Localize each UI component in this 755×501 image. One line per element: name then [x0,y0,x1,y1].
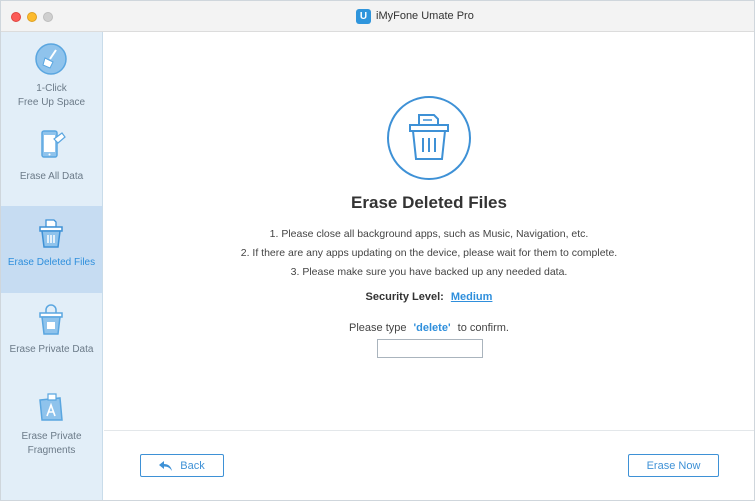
security-level-link[interactable]: Medium [451,291,493,303]
broom-icon [35,43,67,75]
trash-icon [387,96,471,180]
page-title: Erase Deleted Files [351,193,507,212]
sidebar-item-erase-private-data[interactable]: Erase Private Data [1,293,102,380]
sidebar-item-label: 1-Click [36,83,67,94]
confirm-keyword: 'delete' [413,322,451,334]
sidebar-item-erase-private-fragments[interactable]: Erase Private Fragments [1,380,102,467]
sidebar-item-label: Erase Private [21,431,82,442]
sidebar: 1-Click Free Up Space Erase All Data Era… [1,32,103,500]
lock-trash-icon [39,304,63,335]
maximize-window-button[interactable] [43,12,53,22]
sidebar-item-erase-deleted-files[interactable]: Erase Deleted Files [1,206,102,293]
sidebar-item-free-up-space[interactable]: 1-Click Free Up Space [1,32,102,119]
confirm-suffix: to confirm. [457,322,509,334]
back-button[interactable]: Back [140,454,224,477]
security-level: Security Level: Medium [104,291,754,303]
back-button-label: Back [180,459,205,472]
app-fragment-icon [39,393,63,421]
back-arrow-icon [159,460,173,471]
instruction-step: 1. Please close all background apps, suc… [269,228,589,240]
sidebar-item-label: Erase Deleted Files [7,257,96,268]
instruction-step: 2. If there are any apps updating on the… [240,247,618,259]
sidebar-item-label: Erase All Data [19,171,84,182]
erase-now-button[interactable]: Erase Now [628,454,719,477]
app-logo-icon: U [356,9,371,24]
confirm-input[interactable] [377,339,483,358]
sidebar-item-label: Erase Private Data [9,344,94,355]
sidebar-item-label: Fragments [27,445,76,456]
sidebar-item-erase-all-data[interactable]: Erase All Data [1,119,102,206]
trash-icon [39,219,63,248]
confirm-instruction: Please type 'delete' to confirm. [104,322,754,334]
main-panel: Erase Deleted Files 1. Please close all … [104,32,754,500]
app-window: U iMyFone Umate Pro 1-Click Free Up Spac… [0,0,755,501]
security-level-label: Security Level: [365,291,444,303]
sidebar-item-label: Free Up Space [17,97,86,108]
close-window-button[interactable] [11,12,21,22]
title-bar: U iMyFone Umate Pro [1,1,754,32]
phone-erase-icon [41,130,66,158]
confirm-prefix: Please type [349,322,407,334]
minimize-window-button[interactable] [27,12,37,22]
footer-divider [104,430,754,431]
window-title: iMyFone Umate Pro [376,10,474,22]
instruction-step: 3. Please make sure you have backed up a… [290,266,568,278]
